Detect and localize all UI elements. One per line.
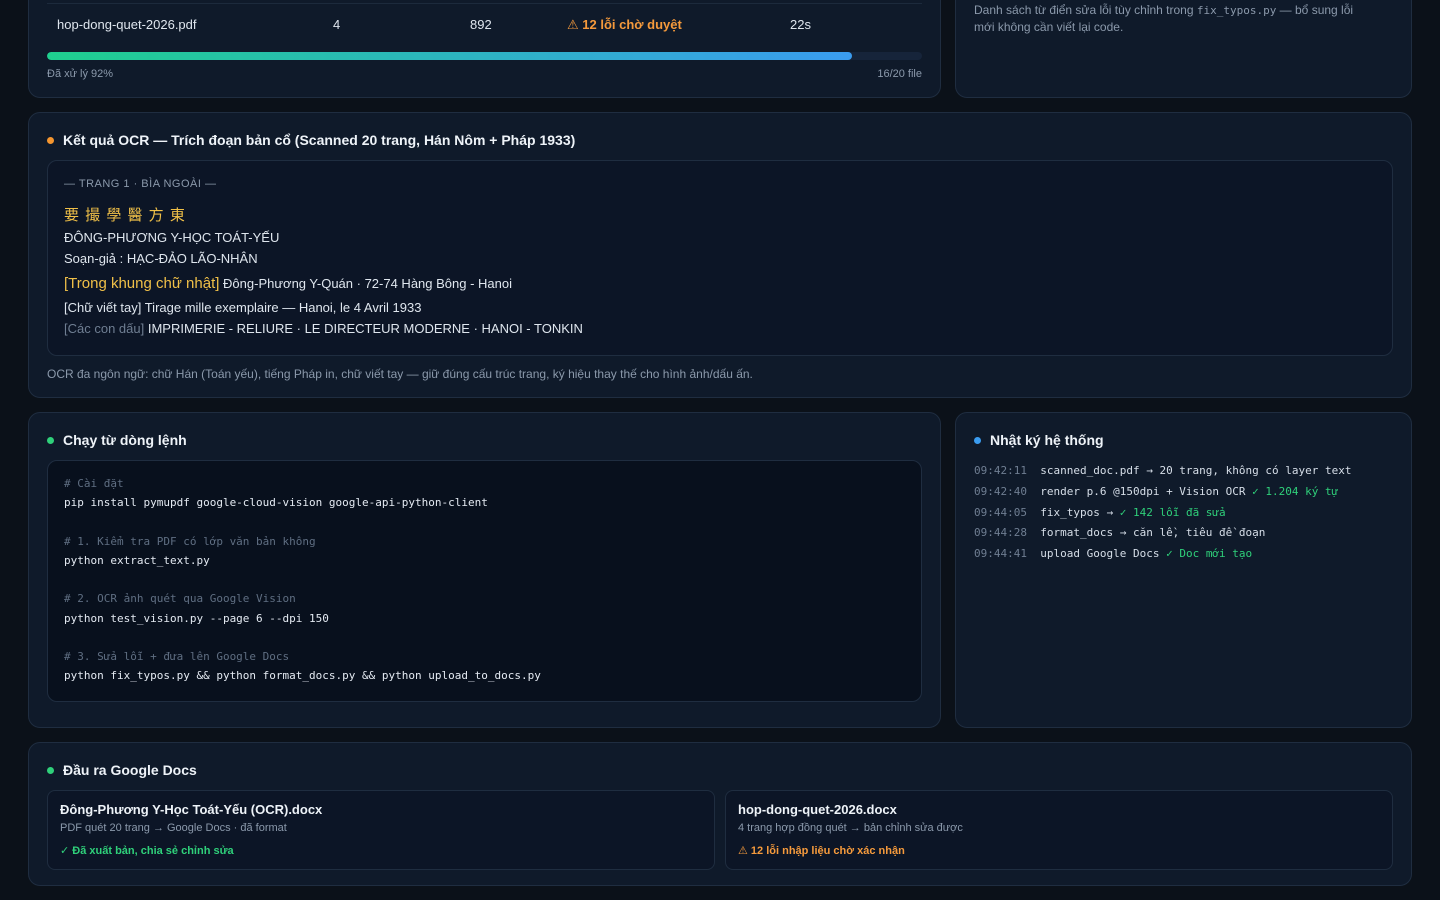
code-command[interactable]: pip install pymupdf google-cloud-vision …: [64, 496, 488, 509]
ocr-frame-tag: [Trong khung chữ nhật]: [64, 275, 220, 292]
code-comment: # 2. OCR ảnh quét qua Google Vision: [64, 592, 296, 605]
ocr-panel-title: Kết quả OCR — Trích đoạn bản cổ (Scanned…: [47, 132, 575, 148]
system-log-panel: Nhật ký hệ thống 09:42:11 scanned_doc.pd…: [955, 412, 1412, 728]
fix-typos-filename: fix_typos.py: [1196, 4, 1277, 17]
doc-description: PDF quét 20 trang → Google Docs · đã for…: [60, 822, 287, 834]
file-status-warning[interactable]: ⚠ 12 lỗi chờ duyệt: [567, 17, 682, 33]
ocr-result-panel: Kết quả OCR — Trích đoạn bản cổ (Scanned…: [28, 112, 1412, 398]
file-name: hop-dong-quet-2026.pdf: [57, 17, 197, 32]
file-time: 22s: [790, 17, 811, 32]
ocr-line-stamps: [Các con dấu] IMPRIMERIE - RELIURE · LE …: [64, 321, 583, 336]
dictionary-note: Danh sách từ điển sửa lỗi tùy chỉnh tron…: [974, 3, 1354, 34]
ocr-line-author: Soạn-giả : HẠC-ĐẢO LÃO-NHÂN: [64, 251, 258, 266]
file-words: 892: [470, 17, 492, 32]
progress-label: Đã xử lý 92%: [47, 68, 114, 80]
ocr-line-handwriting: [Chữ viết tay] Tirage mille exemplaire —…: [64, 300, 422, 315]
dictionary-panel: Danh sách từ điển sửa lỗi tùy chỉnh tron…: [955, 0, 1412, 98]
doc-status-ok: ✓ Đã xuất bản, chia sẻ chỉnh sửa: [60, 845, 234, 857]
ocr-han-title: 要 撮 學 醫 方 東: [64, 207, 186, 224]
log-entry: 09:44:28 format_docs → căn lề, tiêu đề đ…: [974, 526, 1266, 539]
status-dot-icon: [47, 766, 54, 774]
log-entry: 09:42:11 scanned_doc.pdf → 20 trang, khô…: [974, 464, 1352, 477]
docs-output-panel: Đầu ra Google Docs Đông-Phương Y-Học Toá…: [28, 742, 1412, 886]
code-command[interactable]: python test_vision.py --page 6 --dpi 150: [64, 612, 329, 625]
doc-status-warning[interactable]: ⚠ 12 lỗi nhập liệu chờ xác nhận: [738, 844, 905, 857]
doc-card[interactable]: hop-dong-quet-2026.docx 4 trang hợp đồng…: [725, 790, 1393, 870]
ocr-stamps-tag: [Các con dấu]: [64, 321, 145, 336]
log-panel-title: Nhật ký hệ thống: [974, 432, 1104, 448]
code-comment: # 1. Kiểm tra PDF có lớp văn bản không: [64, 535, 316, 548]
status-dot-icon: [47, 136, 54, 144]
status-dot-icon: [974, 436, 981, 444]
log-entry: 09:44:05 fix_typos → ✓ 142 lỗi đã sửa: [974, 506, 1226, 519]
code-command[interactable]: python fix_typos.py && python format_doc…: [64, 669, 541, 682]
code-comment: # 3. Sửa lỗi + đưa lên Google Docs: [64, 650, 290, 663]
code-block[interactable]: # Cài đặt pip install pymupdf google-clo…: [47, 460, 922, 702]
file-progress-panel: hop-dong-quet-2026.pdf 4 892 ⚠ 12 lỗi ch…: [28, 0, 941, 98]
progress-bar: [47, 52, 922, 60]
docs-panel-title: Đầu ra Google Docs: [47, 762, 197, 778]
code-command[interactable]: python extract_text.py: [64, 554, 210, 567]
log-entry: 09:42:40 render p.6 @150dpi + Vision OCR…: [974, 485, 1339, 498]
status-dot-icon: [47, 436, 54, 444]
doc-name[interactable]: Đông-Phương Y-Học Toát-Yếu (OCR).docx: [60, 802, 322, 817]
ocr-text-box: — TRANG 1 · BÌA NGOÀI — 要 撮 學 醫 方 東 ĐÔNG…: [47, 160, 1393, 356]
doc-description: 4 trang hợp đồng quét → bản chỉnh sửa đư…: [738, 822, 963, 834]
doc-name[interactable]: hop-dong-quet-2026.docx: [738, 802, 897, 817]
progress-fill: [47, 52, 852, 60]
ocr-note: OCR đa ngôn ngữ: chữ Hán (Toán yếu), tiế…: [47, 367, 753, 381]
ocr-line-title: ĐÔNG-PHƯƠNG Y-HỌC TOÁT-YẾU: [64, 230, 280, 245]
ocr-page-header: — TRANG 1 · BÌA NGOÀI —: [64, 178, 217, 190]
file-row[interactable]: hop-dong-quet-2026.pdf 4 892 ⚠ 12 lỗi ch…: [47, 3, 922, 41]
code-comment: # Cài đặt: [64, 477, 124, 490]
log-entry: 09:44:41 upload Google Docs ✓ Doc mới tạ…: [974, 547, 1253, 560]
cli-panel: Chạy từ dòng lệnh # Cài đặt pip install …: [28, 412, 941, 728]
ocr-line-frame: [Trong khung chữ nhật] Đông-Phương Y-Quá…: [64, 275, 512, 292]
doc-card[interactable]: Đông-Phương Y-Học Toát-Yếu (OCR).docx PD…: [47, 790, 715, 870]
progress-count: 16/20 file: [877, 68, 922, 80]
file-pages: 4: [333, 17, 341, 32]
cli-panel-title: Chạy từ dòng lệnh: [47, 432, 187, 448]
